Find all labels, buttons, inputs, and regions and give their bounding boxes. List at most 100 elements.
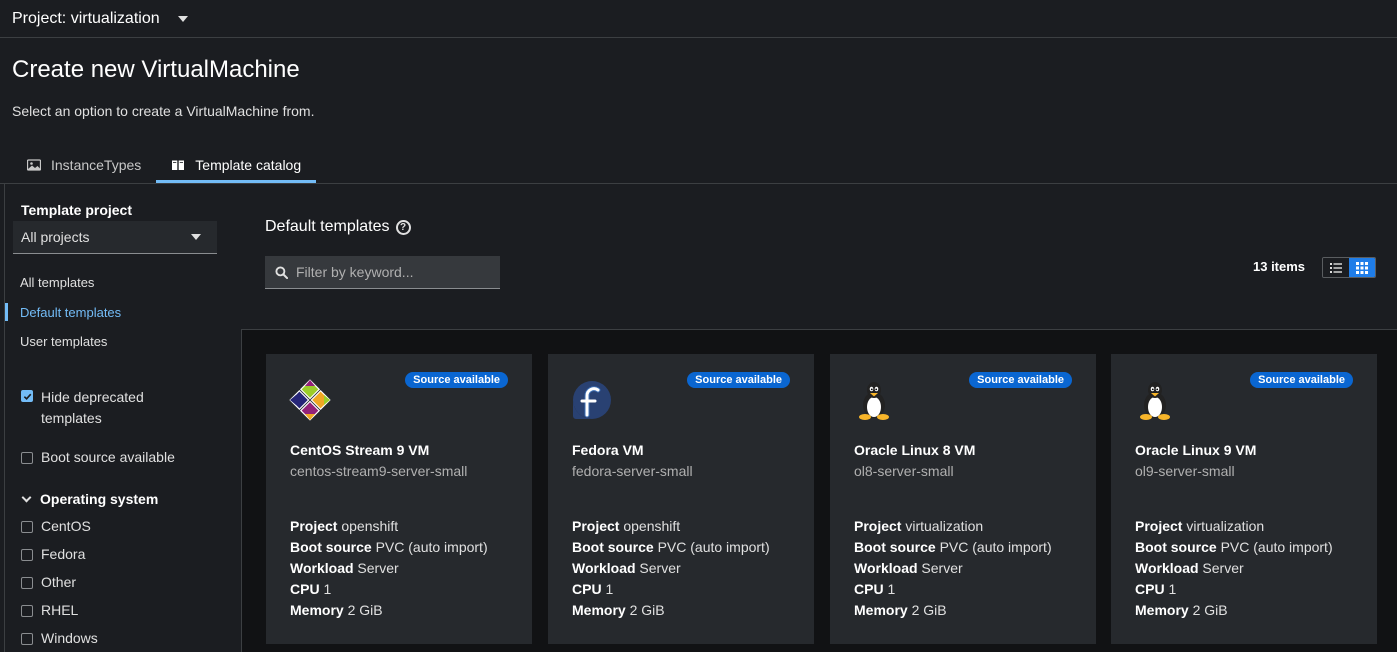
tab-template-catalog[interactable]: Template catalog [156, 147, 316, 183]
template-card-centos-stream9[interactable]: Source available CentOS Stream 9 VM cent… [266, 354, 532, 644]
os-checkbox-rhel[interactable]: RHEL [21, 602, 78, 618]
card-prop-workload: Workload Server [854, 558, 1052, 579]
template-project-title: Template project [21, 202, 132, 218]
template-card-oracle-linux-8[interactable]: Source available Oracle Linux 8 VM ol8-s… [830, 354, 1096, 644]
caret-down-icon [177, 15, 188, 22]
book-icon [172, 160, 185, 170]
card-template-name: centos-stream9-server-small [290, 463, 468, 479]
prop-value: PVC (auto import) [1220, 539, 1333, 555]
card-template-name: ol9-server-small [1135, 463, 1235, 479]
card-prop-cpu: CPU 1 [854, 579, 1052, 600]
card-title: Fedora VM [572, 442, 644, 458]
source-available-badge: Source available [1250, 372, 1353, 388]
hide-deprecated-line1: Hide deprecated [41, 389, 144, 405]
hide-deprecated-label: Hide deprecated templates [41, 387, 144, 429]
centos-logo-icon [289, 379, 331, 421]
card-prop-project: Project virtualization [1135, 516, 1333, 537]
prop-value: virtualization [1186, 518, 1265, 534]
prop-label: Project [572, 518, 620, 534]
search-box [265, 256, 500, 289]
nav-default-templates[interactable]: Default templates [20, 305, 121, 320]
project-selector[interactable]: Project: virtualization [12, 10, 188, 28]
image-icon [27, 159, 41, 171]
hide-deprecated-checkbox[interactable]: Hide deprecated templates [21, 387, 144, 429]
card-prop-workload: Workload Server [572, 558, 770, 579]
os-checkbox-other[interactable]: Other [21, 574, 76, 590]
os-label: Windows [41, 630, 98, 646]
list-icon [1330, 262, 1342, 273]
card-prop-boot-source: Boot source PVC (auto import) [290, 537, 488, 558]
source-available-badge: Source available [405, 372, 508, 388]
nav-active-indicator [5, 303, 8, 321]
checkbox-icon [21, 452, 33, 464]
page-title: Create new VirtualMachine [12, 56, 300, 83]
prop-value: 2 GiB [347, 602, 383, 618]
search-input[interactable] [296, 264, 486, 280]
os-label: RHEL [41, 602, 79, 618]
prop-label: CPU [854, 581, 884, 597]
os-checkbox-centos[interactable]: CentOS [21, 518, 91, 534]
project-selector-label: Project: virtualization [12, 9, 160, 27]
checkbox-icon [21, 521, 33, 533]
prop-label: Project [1135, 518, 1183, 534]
grid-icon [1356, 261, 1368, 274]
nav-all-templates[interactable]: All templates [20, 275, 94, 290]
prop-value: 1 [323, 581, 332, 597]
grid-view-button[interactable] [1349, 258, 1375, 277]
os-label: Fedora [41, 546, 86, 562]
prop-label: Workload [854, 560, 918, 576]
prop-label: Workload [290, 560, 354, 576]
prop-label: Workload [1135, 560, 1199, 576]
prop-label: CPU [572, 581, 602, 597]
card-prop-memory: Memory 2 GiB [572, 600, 770, 621]
prop-value: virtualization [905, 518, 984, 534]
caret-down-icon [191, 234, 201, 240]
prop-label: Boot source [572, 539, 654, 555]
prop-value: PVC (auto import) [939, 539, 1052, 555]
prop-value: 1 [887, 581, 896, 597]
boot-source-checkbox[interactable]: Boot source available [21, 449, 175, 465]
prop-label: Memory [290, 602, 344, 618]
card-prop-cpu: CPU 1 [290, 579, 488, 600]
card-prop-project: Project openshift [572, 516, 770, 537]
prop-label: Project [290, 518, 338, 534]
prop-value: openshift [623, 518, 681, 534]
help-icon[interactable]: ? [395, 219, 411, 235]
operating-system-label: Operating system [40, 491, 159, 507]
hide-deprecated-line2: templates [41, 410, 102, 426]
prop-label: Memory [572, 602, 626, 618]
left-border [4, 183, 5, 652]
card-prop-workload: Workload Server [290, 558, 488, 579]
prop-value: 2 GiB [911, 602, 947, 618]
source-available-badge: Source available [969, 372, 1072, 388]
tab-template-catalog-label: Template catalog [195, 157, 302, 173]
tab-instancetypes[interactable]: InstanceTypes [12, 147, 156, 183]
template-card-oracle-linux-9[interactable]: Source available Oracle Linux 9 VM ol9-s… [1111, 354, 1377, 644]
search-icon [275, 265, 288, 279]
card-properties: Project virtualization Boot source PVC (… [1135, 516, 1333, 621]
prop-label: Project [854, 518, 902, 534]
prop-value: Server [921, 560, 963, 576]
card-prop-project: Project openshift [290, 516, 488, 537]
filter-sidebar: Template project All projects All templa… [13, 184, 238, 652]
os-checkbox-fedora[interactable]: Fedora [21, 546, 85, 562]
prop-value: Server [357, 560, 399, 576]
prop-label: Memory [1135, 602, 1189, 618]
tux-logo-icon [1140, 382, 1170, 420]
os-checkbox-windows[interactable]: Windows [21, 630, 98, 646]
prop-label: Boot source [854, 539, 936, 555]
source-available-badge: Source available [687, 372, 790, 388]
tux-logo-icon [859, 382, 889, 420]
section-title-label: Default templates [265, 218, 390, 235]
nav-user-templates[interactable]: User templates [20, 334, 107, 349]
template-card-fedora[interactable]: Source available Fedora VM fedora-server… [548, 354, 814, 644]
list-view-button[interactable] [1323, 258, 1349, 277]
card-prop-boot-source: Boot source PVC (auto import) [854, 537, 1052, 558]
card-template-name: fedora-server-small [572, 463, 693, 479]
operating-system-toggle[interactable]: Operating system [21, 491, 159, 507]
tab-instancetypes-label: InstanceTypes [51, 157, 142, 173]
card-prop-boot-source: Boot source PVC (auto import) [1135, 537, 1333, 558]
template-project-select[interactable]: All projects [13, 221, 217, 254]
prop-label: Memory [854, 602, 908, 618]
card-prop-cpu: CPU 1 [1135, 579, 1333, 600]
